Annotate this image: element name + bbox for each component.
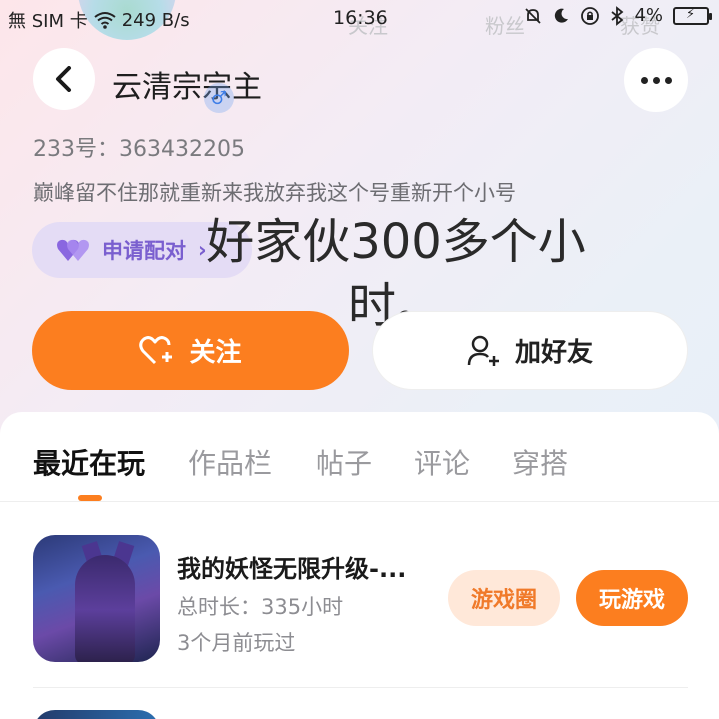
clock: 16:36 bbox=[333, 7, 388, 29]
tab-recently-played[interactable]: 最近在玩 bbox=[33, 442, 145, 482]
battery-icon: ⚡ bbox=[673, 6, 712, 25]
rotation-lock-icon bbox=[581, 6, 600, 25]
status-bar: 無 SIM 卡 249 B/s 16:36 4% ⚡ bbox=[0, 0, 719, 38]
moon-icon bbox=[555, 8, 569, 23]
back-button[interactable] bbox=[33, 48, 95, 110]
double-heart-icon bbox=[57, 239, 89, 261]
add-friend-label: 加好友 bbox=[514, 338, 593, 368]
play-game-button[interactable]: 玩游戏 bbox=[576, 570, 688, 626]
profile-username: 云清宗宗主 bbox=[112, 70, 262, 105]
tab-bar: 最近在玩 作品栏 帖子 评论 穿搭 bbox=[0, 412, 719, 502]
chevron-left-icon bbox=[56, 66, 71, 92]
content-panel: 最近在玩 作品栏 帖子 评论 穿搭 我的妖怪无限升级-... 总时长：335小时… bbox=[0, 412, 719, 719]
person-add-icon bbox=[467, 335, 499, 366]
game-thumbnail[interactable] bbox=[33, 535, 160, 662]
tab-posts[interactable]: 帖子 bbox=[316, 442, 372, 482]
wifi-icon bbox=[94, 12, 116, 29]
tab-works[interactable]: 作品栏 bbox=[188, 442, 272, 482]
network-speed: 249 B/s bbox=[121, 9, 190, 31]
row-divider bbox=[33, 687, 688, 688]
heart-plus-icon bbox=[139, 335, 173, 364]
carrier-text: 無 SIM 卡 bbox=[8, 11, 88, 32]
game-thumbnail[interactable] bbox=[33, 710, 160, 719]
apply-match-label: 申请配对 bbox=[102, 239, 186, 263]
alarm-off-icon bbox=[525, 7, 542, 24]
game-total-time: 总时长：335小时 bbox=[177, 595, 344, 619]
profile-bio: 巅峰留不住那就重新来我放弃我这个号重新开个小号 bbox=[33, 181, 516, 205]
game-list-item[interactable]: 我的妖怪无限升级-... 总时长：335小时 3个月前玩过 游戏圈 玩游戏 bbox=[0, 532, 719, 682]
tab-comments[interactable]: 评论 bbox=[414, 442, 470, 482]
game-title[interactable]: 我的妖怪无限升级-... bbox=[177, 549, 406, 584]
male-icon: ♂ bbox=[204, 83, 234, 113]
more-options-button[interactable] bbox=[624, 48, 688, 112]
bluetooth-icon bbox=[611, 5, 624, 26]
game-circle-button[interactable]: 游戏圈 bbox=[448, 570, 560, 626]
profile-uid: 233号：363432205 bbox=[33, 137, 245, 162]
tab-outfits[interactable]: 穿搭 bbox=[512, 442, 568, 482]
follow-label: 关注 bbox=[189, 338, 242, 368]
game-last-played: 3个月前玩过 bbox=[177, 631, 296, 655]
battery-percent: 4% bbox=[634, 5, 663, 26]
active-tab-indicator bbox=[78, 495, 102, 501]
follow-button[interactable]: 关注 bbox=[32, 311, 349, 390]
more-dots-icon bbox=[640, 76, 648, 84]
add-friend-button[interactable]: 加好友 bbox=[372, 311, 688, 390]
